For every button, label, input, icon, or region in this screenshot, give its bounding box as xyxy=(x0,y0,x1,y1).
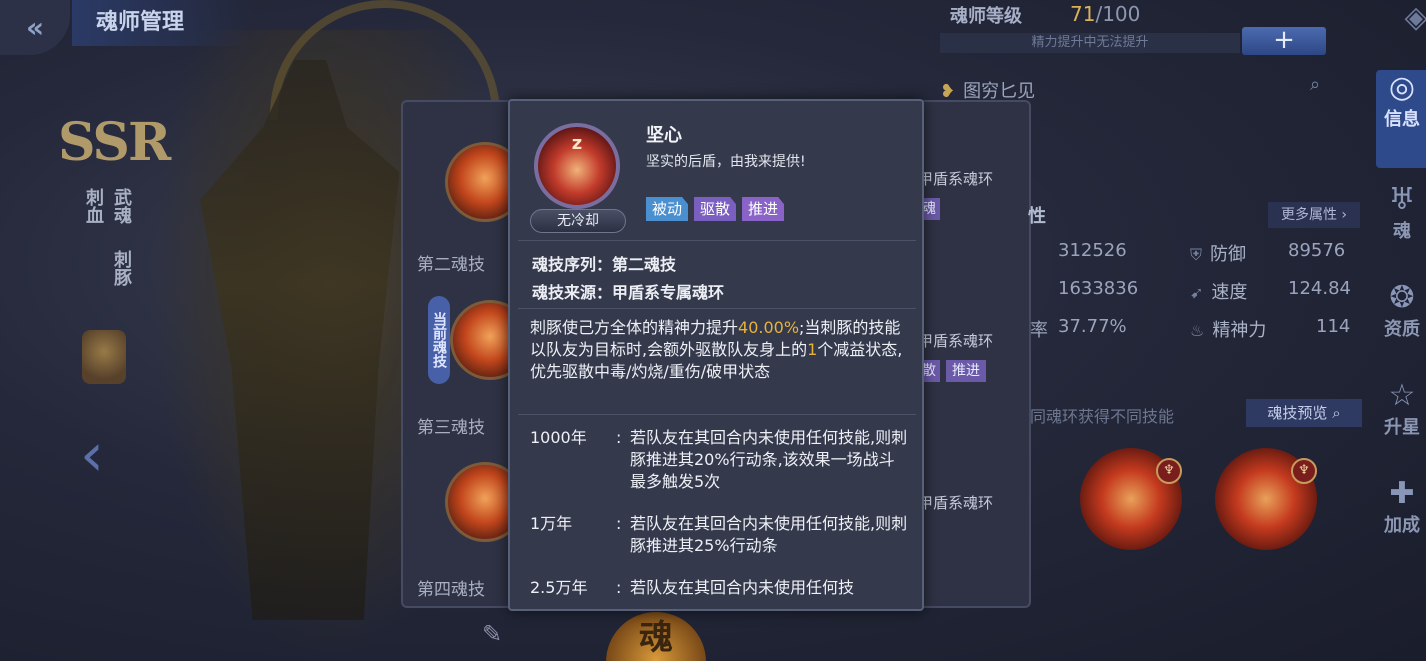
tag-passive: 被动 xyxy=(646,197,689,221)
year-effect-1000: 1000年: 若队友在其回合内未使用任何技能,则刺豚推进其20%行动条,该效果一场… xyxy=(530,428,908,491)
aptitude-tab-icon: ❂ xyxy=(1389,280,1415,315)
speed-stat: ➹ 速度 xyxy=(1190,282,1248,303)
ring-2-badge-icon: ♆ xyxy=(1291,458,1317,484)
speed-value: 124.84 xyxy=(1288,278,1351,299)
attr-value: 37.77% xyxy=(1058,316,1127,337)
spirit-power-value: 114 xyxy=(1316,316,1351,337)
rarity-badge: SSR xyxy=(58,112,171,173)
section-title: ❥ 图穷匕见 xyxy=(940,81,1036,102)
year-effect-10000: 1万年: 若队友在其回合内未使用任何技能,则刺豚推进其25%行动条 xyxy=(530,514,908,555)
skill-2-source: 甲盾系魂环 xyxy=(918,170,994,188)
spirit-power-stat: ♨ 精神力 xyxy=(1190,320,1267,341)
tab-star-up[interactable]: ☆ 升星 xyxy=(1376,378,1426,458)
attr-value: 312526 xyxy=(1058,240,1127,261)
tab-soul[interactable]: ♅ 魂 xyxy=(1376,182,1426,262)
attr-prefix: 率 xyxy=(1030,320,1048,341)
divider xyxy=(518,414,916,415)
skill-name: 坚心 xyxy=(646,125,682,146)
attributes-header: 性 xyxy=(1028,206,1046,227)
class-label: 刺血 xyxy=(83,188,104,224)
double-chevron-left-icon: « xyxy=(25,11,45,44)
defense-value: 89576 xyxy=(1288,240,1346,261)
skill-order: 魂技序列：第二魂技 xyxy=(532,255,677,274)
info-tab-icon: ◎ xyxy=(1388,70,1416,105)
level-label: 魂师等级 xyxy=(950,6,1022,27)
grid-menu-icon[interactable]: ◈ xyxy=(1390,0,1426,54)
page-title: 魂师管理 xyxy=(72,0,252,46)
back-button[interactable]: « xyxy=(0,0,70,55)
skill-icon: z xyxy=(534,123,620,209)
skill-motto: 坚实的后盾，由我来提供! xyxy=(646,154,806,170)
search-icon: ⌕ xyxy=(1332,404,1341,422)
sleep-z-icon: z xyxy=(571,133,583,154)
divider xyxy=(518,240,916,241)
attr-value: 1633836 xyxy=(1058,278,1139,299)
skill-3-tag-advance: 推进 xyxy=(946,360,986,382)
level-up-button[interactable]: + xyxy=(1242,27,1326,55)
skill-4-label: 第四魂技 xyxy=(417,580,485,600)
skill-description: 刺豚使己方全体的精神力提升40.00%;当刺豚的技能以队友为目标时,会额外驱散队… xyxy=(530,318,903,381)
cooldown-label: 无冷却 xyxy=(530,209,626,233)
flame-icon: ♨ xyxy=(1190,321,1205,340)
edit-icon[interactable]: ✎ xyxy=(482,620,502,648)
skill-3-label: 第三魂技 xyxy=(417,418,485,438)
skill-4-source: 甲盾系魂环 xyxy=(918,494,994,512)
divider xyxy=(518,308,916,309)
star-icon: ☆ xyxy=(1388,378,1416,413)
soul-tab-icon: ♅ xyxy=(1388,182,1416,217)
tag-dispel: 驱散 xyxy=(694,197,737,221)
skill-source: 魂技来源：甲盾系专属魂环 xyxy=(532,283,725,302)
tab-bonus[interactable]: ✚ 加成 xyxy=(1376,476,1426,560)
spirit-portrait-icon xyxy=(82,330,126,384)
plus-tab-icon: ✚ xyxy=(1389,476,1415,511)
ring-1-badge-icon: ♆ xyxy=(1156,458,1182,484)
year-effect-25000: 2.5万年: 若队友在其回合内未使用任何技 xyxy=(530,578,855,597)
more-attributes-button[interactable]: 更多属性 › xyxy=(1268,202,1360,228)
level-progress-bar: 精力提升中无法提升 xyxy=(940,33,1240,53)
skill-detail-popup: z 无冷却 坚心 坚实的后盾，由我来提供! 被动 驱散 推进 魂技序列：第二魂技… xyxy=(508,99,924,611)
prev-hero-arrow-icon[interactable]: ‹ xyxy=(80,420,104,490)
level-value: 71/100 xyxy=(1070,2,1141,26)
spirit-name: 刺豚 xyxy=(111,250,132,286)
tag-advance: 推进 xyxy=(742,197,785,221)
defense-stat: ⛨ 防御 xyxy=(1190,244,1247,265)
tab-aptitude[interactable]: ❂ 资质 xyxy=(1376,280,1426,360)
current-skill-badge: 当前魂技 xyxy=(428,296,450,384)
search-icon[interactable]: ⌕ xyxy=(1310,74,1342,102)
skill-2-label: 第二魂技 xyxy=(417,255,485,275)
spirit-label: 武魂 xyxy=(111,188,132,224)
tab-info[interactable]: ◎ 信息 xyxy=(1376,70,1426,168)
soul-emblem[interactable]: 魂 xyxy=(606,612,706,661)
preview-hint: 同魂环获得不同技能 xyxy=(1030,407,1175,426)
skill-preview-button[interactable]: 魂技预览 ⌕ xyxy=(1246,399,1362,427)
heart-icon: ❥ xyxy=(940,81,956,102)
skill-tags: 被动 驱散 推进 xyxy=(646,197,785,221)
skill-3-source: 甲盾系魂环 xyxy=(918,332,994,350)
shield-icon: ⛨ xyxy=(1190,245,1203,264)
wing-icon: ➹ xyxy=(1190,283,1204,302)
